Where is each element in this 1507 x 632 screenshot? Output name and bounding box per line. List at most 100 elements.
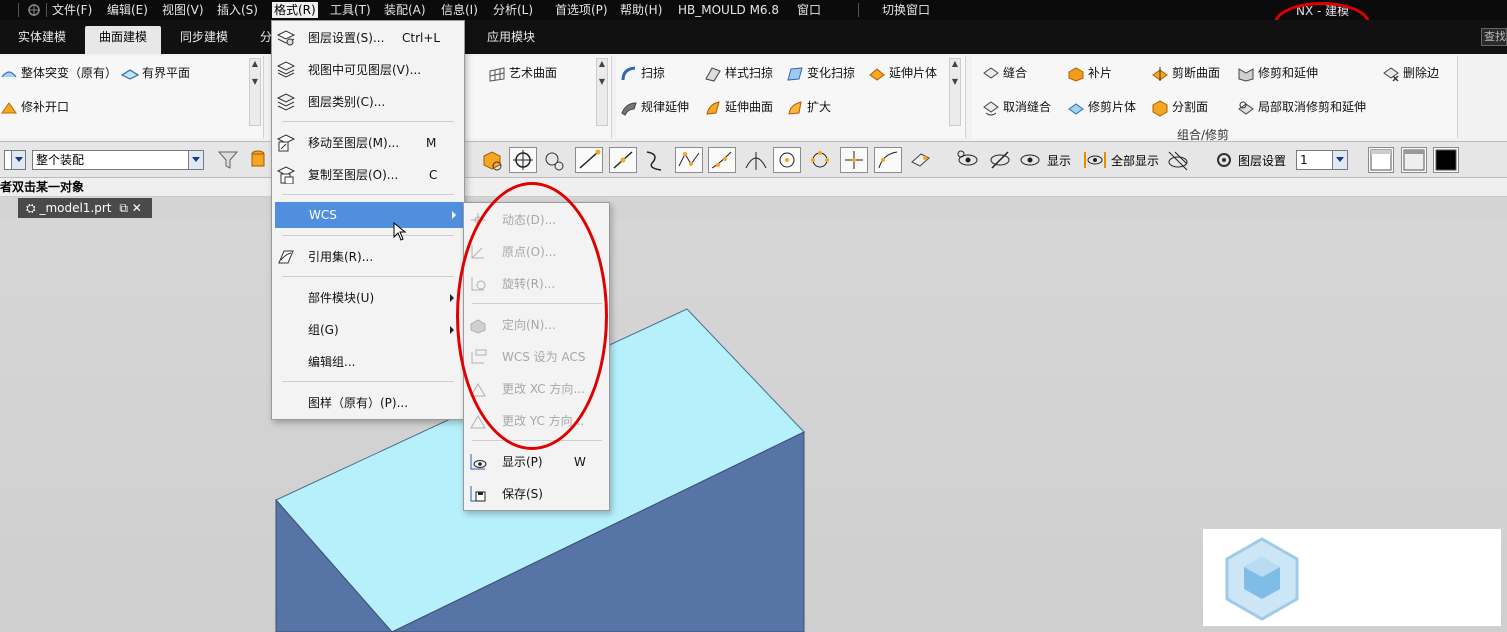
- graphics-viewport[interactable]: [0, 218, 1507, 632]
- filter-icon[interactable]: [214, 147, 242, 173]
- trim-sheet-button[interactable]: 修剪片体: [1067, 96, 1136, 118]
- file-tab-model1[interactable]: ⛭ _model1.prt ⧉ ✕: [18, 198, 152, 218]
- extend-sheet-button[interactable]: 延伸片体: [868, 62, 937, 84]
- app-logo-icon[interactable]: [26, 2, 42, 18]
- menu-info[interactable]: 信息(I): [441, 2, 478, 18]
- snap-midpoint-icon[interactable]: [609, 147, 637, 173]
- menu-item-wcs-save[interactable]: 保存(S): [468, 481, 606, 507]
- trim-extend-button[interactable]: 修剪和延伸: [1237, 62, 1318, 84]
- hide-icon[interactable]: [986, 147, 1014, 173]
- local-untrim-extend-button[interactable]: 局部取消修剪和延伸: [1237, 96, 1366, 118]
- menu-file[interactable]: 文件(F): [52, 2, 92, 18]
- menu-item-copy-to-layer[interactable]: 复制至图层(O)... C: [276, 162, 462, 188]
- snap-arc-center-icon[interactable]: [773, 147, 801, 173]
- show-hide-icon[interactable]: [954, 147, 982, 173]
- background-black-icon[interactable]: [1433, 147, 1459, 173]
- global-shaping-button[interactable]: 整体突变（原有）: [0, 62, 117, 84]
- menu-tools[interactable]: 工具(T): [330, 2, 371, 18]
- cut-surface-button[interactable]: 剪断曲面: [1151, 62, 1220, 84]
- menu-item-wcs[interactable]: WCS: [275, 202, 464, 228]
- snap-cube-icon[interactable]: [478, 147, 506, 173]
- tab-sync-modeling[interactable]: 同步建模: [166, 28, 242, 54]
- menu-item-group[interactable]: 组(G): [276, 317, 462, 343]
- wcs-display-shortcut: W: [574, 455, 586, 469]
- delete-edge-button[interactable]: 删除边: [1382, 62, 1439, 84]
- tab-surface-modeling[interactable]: 曲面建模: [85, 26, 162, 54]
- extension-surface-button[interactable]: 延伸曲面: [704, 96, 773, 118]
- menu-insert[interactable]: 插入(S): [217, 2, 258, 18]
- show-all-icon[interactable]: [1081, 147, 1109, 173]
- snap-point-on-surface-icon[interactable]: [874, 147, 902, 173]
- selection-filter-combo[interactable]: [4, 150, 26, 170]
- snap-quadrant-icon[interactable]: [806, 147, 834, 173]
- swept-button[interactable]: 扫掠: [620, 62, 665, 84]
- assembly-scope-combo[interactable]: 整个装配: [32, 150, 204, 170]
- styled-sweep-label: 样式扫掠: [725, 66, 774, 80]
- menu-analysis[interactable]: 分析(L): [493, 2, 533, 18]
- tab-solid-modeling[interactable]: 实体建模: [4, 28, 80, 54]
- snap-point-on-curve-icon[interactable]: [708, 147, 736, 173]
- search-input[interactable]: 查找: [1481, 28, 1507, 46]
- work-layer-combo[interactable]: 1: [1296, 150, 1348, 170]
- sew-button[interactable]: 缝合: [982, 62, 1027, 84]
- menu-item-part-modules[interactable]: 部件模块(U): [276, 285, 462, 311]
- bounded-plane-button[interactable]: 有界平面: [121, 62, 190, 84]
- menu-item-pattern-legacy[interactable]: 图样（原有）(P)...: [276, 390, 462, 416]
- copy-to-layer-icon: [276, 166, 296, 184]
- menu-item-layer-category[interactable]: 图层类别(C)...: [276, 89, 462, 115]
- ribbon-group-combine-trim: 缝合 补片 剪断曲面 修剪和延伸 删除边 取消缝合 修剪片体 分割面 局部取消修…: [972, 56, 1458, 142]
- variational-sweep-button[interactable]: 变化扫掠: [786, 62, 855, 84]
- snap-settings-icon[interactable]: [540, 147, 568, 173]
- ribbon-group-sweep: 扫掠 样式扫掠 变化扫掠 延伸片体 规律延伸 延伸曲面 扩大 ▲ ▼: [616, 56, 966, 138]
- snap-center-icon[interactable]: [509, 147, 537, 173]
- tab-application[interactable]: 应用模块: [473, 28, 549, 54]
- menu-help[interactable]: 帮助(H): [620, 2, 662, 18]
- part-icon: ⛭: [26, 201, 36, 215]
- snap-endpoint-icon[interactable]: [575, 147, 603, 173]
- menu-view[interactable]: 视图(V): [162, 2, 204, 18]
- styled-sweep-button[interactable]: 样式扫掠: [704, 62, 773, 84]
- show-all-label[interactable]: 全部显示: [1111, 152, 1159, 169]
- unsew-button[interactable]: 取消缝合: [982, 96, 1051, 118]
- menu-hb-mould[interactable]: HB_MOULD M6.8: [678, 2, 779, 18]
- layer-settings-label[interactable]: 图层设置: [1238, 152, 1286, 169]
- menu-format[interactable]: 格式(R): [272, 2, 318, 18]
- menu-assembly[interactable]: 装配(A): [384, 2, 426, 18]
- menu-edit[interactable]: 编辑(E): [107, 2, 148, 18]
- menu-item-edit-group[interactable]: 编辑组...: [276, 349, 462, 375]
- snap-bounded-grid-icon[interactable]: [906, 147, 934, 173]
- close-tab-icon[interactable]: ✕: [132, 201, 142, 215]
- invert-show-hide-icon[interactable]: [1164, 147, 1192, 173]
- show-label[interactable]: 显示: [1047, 152, 1071, 169]
- patch-button[interactable]: 补片: [1067, 62, 1112, 84]
- ribbon-gallery-scroller[interactable]: ▲ ▼: [596, 58, 608, 126]
- background-gray-icon[interactable]: [1401, 147, 1427, 173]
- menu-separator: [18, 3, 19, 17]
- menu-item-visible-layers[interactable]: 视图中可见图层(V)...: [276, 57, 462, 83]
- patch-openings-button[interactable]: 修补开口: [0, 96, 69, 118]
- cylinder-icon[interactable]: [244, 147, 272, 173]
- show-icon[interactable]: [1016, 147, 1044, 173]
- ribbon-gallery-scroller[interactable]: ▲ ▼: [949, 58, 961, 126]
- menu-item-layer-settings[interactable]: 图层设置(S)... Ctrl+L: [276, 25, 462, 51]
- snap-control-point-icon[interactable]: [675, 147, 703, 173]
- menu-switch-window[interactable]: 切换窗口: [882, 2, 930, 18]
- enlarge-button[interactable]: 扩大: [786, 96, 831, 118]
- detach-tab-icon[interactable]: ⧉: [119, 201, 128, 215]
- snap-intersection-icon[interactable]: [742, 147, 770, 173]
- studio-surface-button[interactable]: 艺术曲面: [488, 62, 557, 84]
- menu-separator: [46, 3, 47, 17]
- menu-window[interactable]: 窗口: [797, 2, 821, 18]
- layer-category-label: 图层类别(C)...: [308, 95, 386, 109]
- menu-preferences[interactable]: 首选项(P): [555, 2, 608, 18]
- law-extension-button[interactable]: 规律延伸: [620, 96, 689, 118]
- background-white-icon[interactable]: [1368, 147, 1394, 173]
- menu-item-move-to-layer[interactable]: 移动至图层(M)... M: [276, 130, 462, 156]
- menu-item-reference-set[interactable]: 引用集(R)...: [276, 244, 462, 270]
- snap-curve-icon[interactable]: [640, 147, 668, 173]
- snap-existing-point-icon[interactable]: [840, 147, 868, 173]
- divide-face-button[interactable]: 分割面: [1151, 96, 1208, 118]
- layer-settings-icon[interactable]: [1210, 147, 1238, 173]
- ribbon-gallery-scroller[interactable]: ▲ ▼: [249, 58, 261, 126]
- menu-item-wcs-display[interactable]: 显示(P) W: [468, 449, 606, 475]
